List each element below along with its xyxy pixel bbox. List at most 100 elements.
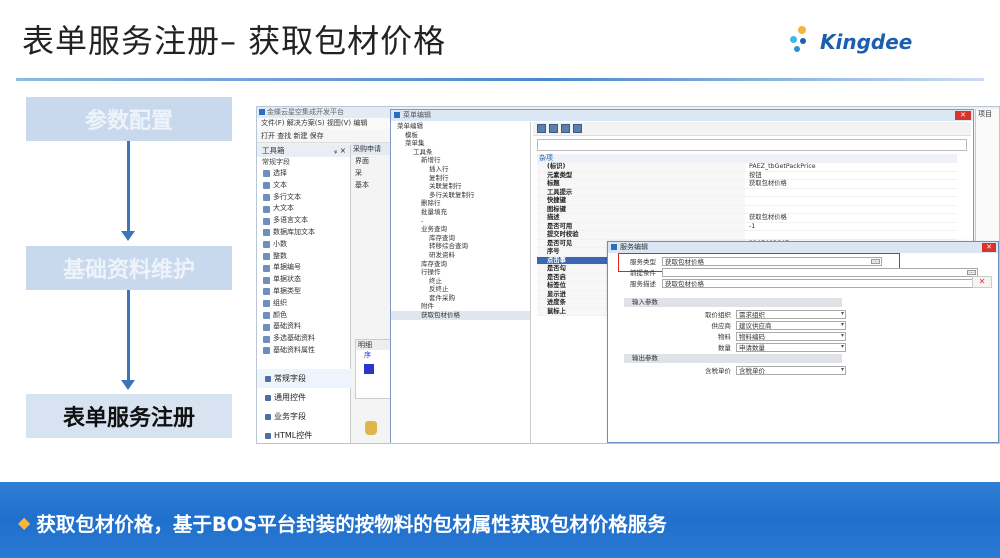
delete-icon[interactable]: ✕ bbox=[972, 276, 992, 288]
tree-node[interactable]: 工具条 bbox=[391, 148, 530, 157]
property-row[interactable]: 是否可用 -1 bbox=[537, 222, 957, 231]
toolbox-item[interactable]: 多语言文本 bbox=[257, 215, 350, 227]
param-select[interactable]: 物料编码 bbox=[736, 331, 846, 341]
property-row[interactable]: 快捷键 bbox=[537, 197, 957, 206]
property-row[interactable]: 工具提示 bbox=[537, 188, 957, 197]
param-select[interactable]: 需求组织 bbox=[736, 309, 846, 319]
menu-bar[interactable]: 文件(F) 解决方案(S) 视图(V) 编辑 bbox=[257, 118, 393, 129]
tab-label: 常规字段 bbox=[274, 374, 306, 383]
toolbox-panel: 工具箱 ᵩ × 常规字段 选择 文本 多行文本 大文本 多语言文本 数据库加文本 小数整数单… bbox=[257, 145, 351, 443]
close-icon[interactable]: ✕ bbox=[955, 111, 971, 120]
sort-category-icon[interactable] bbox=[537, 124, 546, 133]
tree-node[interactable]: 批量填充 bbox=[391, 208, 530, 217]
tree-node[interactable]: 反终止 bbox=[391, 285, 530, 294]
toolbox-header: 工具箱 ᵩ × bbox=[257, 145, 350, 157]
detail-grid[interactable]: 明细 序 bbox=[355, 339, 391, 399]
title-divider bbox=[16, 78, 984, 81]
toolbox-item[interactable]: 单据编号 bbox=[257, 262, 350, 274]
ide-screenshot: 金蝶云星空集成开发平台 文件(F) 解决方案(S) 视图(V) 编辑 打开 查找… bbox=[256, 106, 1000, 444]
properties-icon[interactable] bbox=[561, 124, 570, 133]
precondition-field[interactable]: ... bbox=[662, 267, 978, 277]
property-key: 标题 bbox=[537, 180, 745, 188]
flow-step-label: 参数配置 bbox=[84, 109, 173, 134]
pin-icon[interactable]: ᵩ × bbox=[334, 145, 346, 157]
tree-node[interactable]: 关联复制行 bbox=[391, 182, 530, 191]
tree-node[interactable]: 复制行 bbox=[391, 174, 530, 183]
toolbox-item[interactable]: 颜色 bbox=[257, 310, 350, 322]
tree-node[interactable]: 菜单集 bbox=[391, 139, 530, 148]
tree-node[interactable]: 行操作 bbox=[391, 268, 530, 277]
param-select[interactable]: 建议供应商 bbox=[736, 320, 846, 330]
tree-node[interactable]: 终止 bbox=[391, 277, 530, 286]
tab-business-fields[interactable]: 业务字段 bbox=[257, 407, 351, 426]
toolbox-item[interactable]: 大文本 bbox=[257, 203, 350, 215]
toolbox-item[interactable]: 多行文本 bbox=[257, 192, 350, 204]
close-icon[interactable]: ✕ bbox=[982, 243, 996, 252]
toolbox-item[interactable]: 文本 bbox=[257, 180, 350, 192]
input-params-section: 输入参数 bbox=[624, 298, 842, 307]
tree-node[interactable]: 多行关联复制行 bbox=[391, 191, 530, 200]
toolbox-item-label: 整数 bbox=[273, 251, 287, 260]
property-row[interactable]: 元素类型 按钮 bbox=[537, 171, 957, 180]
toolbox-item[interactable]: 小数 bbox=[257, 239, 350, 251]
precondition-label: 前提条件 bbox=[630, 269, 656, 277]
tab-common-controls[interactable]: 通用控件 bbox=[257, 388, 351, 407]
tree-node[interactable]: 获取包材价格 bbox=[391, 311, 530, 320]
param-select[interactable]: 申请数量 bbox=[736, 342, 846, 352]
tree-node[interactable]: 模板 bbox=[391, 131, 530, 140]
events-icon[interactable] bbox=[573, 124, 582, 133]
control-icon bbox=[265, 394, 271, 401]
property-value: -1 bbox=[749, 222, 756, 230]
toolbox-item[interactable]: 选择 bbox=[257, 168, 350, 180]
sort-alpha-icon[interactable] bbox=[549, 124, 558, 133]
main-toolbar[interactable]: 打开 查找 新建 保存 bbox=[257, 129, 393, 143]
tree-node[interactable]: 附件 bbox=[391, 302, 530, 311]
param-select[interactable]: 含税单价 bbox=[736, 365, 846, 375]
toolbox-item[interactable]: 组织 bbox=[257, 298, 350, 310]
tree-node[interactable]: 库存查询 bbox=[391, 260, 530, 269]
tree-node[interactable]: 删除行 bbox=[391, 199, 530, 208]
ellipsis-button[interactable]: ... bbox=[871, 258, 880, 264]
service-desc-field[interactable]: 获取包材价格 bbox=[662, 278, 978, 288]
field-icon bbox=[265, 413, 271, 420]
property-row[interactable]: 提交时校验 bbox=[537, 231, 957, 240]
selected-cell[interactable] bbox=[364, 364, 374, 374]
tree-node[interactable]: 研发资料 bbox=[391, 251, 530, 260]
tab-label: HTML控件 bbox=[274, 431, 313, 440]
tree-node[interactable]: 插入行 bbox=[391, 165, 530, 174]
tree-node[interactable]: 转移综合查询 bbox=[391, 242, 530, 251]
toolbox-item[interactable]: 数据库加文本 bbox=[257, 227, 350, 239]
tab-common-fields[interactable]: 常规字段 bbox=[257, 369, 351, 388]
toolbox-item[interactable]: 整数 bbox=[257, 251, 350, 263]
param-row: 含税单价 含税单价 bbox=[678, 365, 846, 375]
toolbox-item[interactable]: 单据类型 bbox=[257, 286, 350, 298]
toolbox-item[interactable]: 基础资料属性 bbox=[257, 345, 350, 357]
flow-step-params: 参数配置 bbox=[26, 97, 232, 141]
detail-grid-title: 明细 bbox=[356, 340, 390, 350]
toolbox-item-label: 基础资料 bbox=[273, 322, 301, 331]
tab-html-controls[interactable]: HTML控件 bbox=[257, 426, 351, 443]
ellipsis-button[interactable]: ... bbox=[967, 269, 976, 275]
tree-node[interactable]: 新增行 bbox=[391, 156, 530, 165]
tree-node[interactable]: - bbox=[391, 217, 530, 226]
param-label: 数量 bbox=[718, 344, 731, 352]
toolbox-item[interactable]: 多选基础资料 bbox=[257, 333, 350, 345]
toolbox-item-label: 小数 bbox=[273, 239, 287, 248]
service-type-field[interactable]: 获取包材价格 ... bbox=[662, 256, 882, 266]
toolbox-item[interactable]: 基础资料 bbox=[257, 321, 350, 333]
property-row[interactable]: 描述 获取包材价格 bbox=[537, 214, 957, 223]
tree-node[interactable]: 业务查询 bbox=[391, 225, 530, 234]
property-row[interactable]: 图标键 bbox=[537, 205, 957, 214]
field-type-icon bbox=[263, 323, 270, 331]
property-key: 是否可用 bbox=[537, 222, 745, 230]
toolbox-item[interactable]: 单据状态 bbox=[257, 274, 350, 286]
property-row[interactable]: 标题 获取包材价格 bbox=[537, 180, 957, 189]
property-value bbox=[745, 189, 957, 197]
property-row[interactable]: (标识) PAEZ_tbGetPackPrice bbox=[537, 163, 957, 172]
tab-purchase-request[interactable]: 采购申请 bbox=[351, 143, 392, 155]
tree-node[interactable]: 套件采购 bbox=[391, 294, 530, 303]
tree-node[interactable]: 菜单编辑 bbox=[391, 122, 530, 131]
object-selector[interactable] bbox=[537, 139, 967, 151]
property-key: 图标键 bbox=[537, 205, 745, 213]
param-label: 取价组织 bbox=[705, 311, 731, 319]
